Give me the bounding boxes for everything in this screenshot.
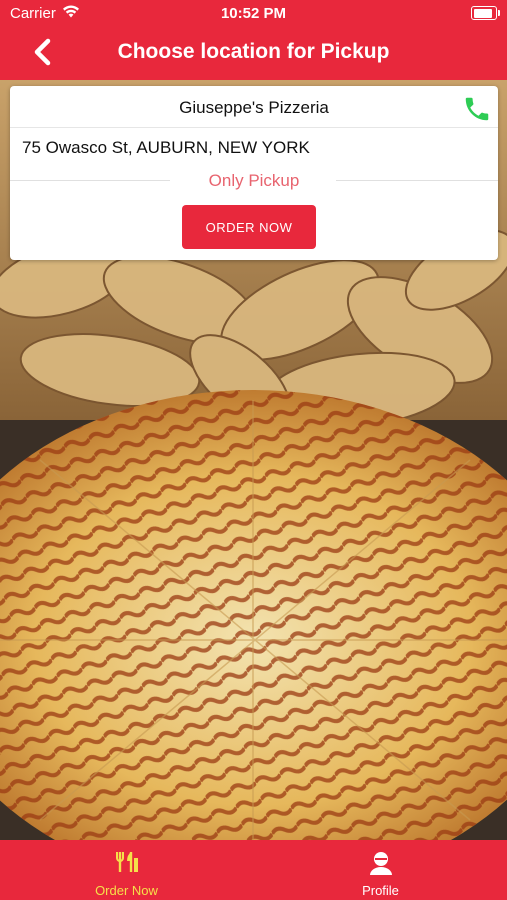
tab-profile[interactable]: Profile [254, 840, 507, 900]
status-bar: Carrier 10:52 PM [0, 0, 507, 28]
restaurant-address: 75 Owasco St, AUBURN, NEW YORK [22, 138, 310, 157]
user-icon [369, 852, 392, 875]
navigation-bar: Carrier 10:52 PM Choose location for Pic… [0, 0, 507, 80]
battery-level-fill [473, 8, 493, 18]
tab-order-now-icon-wrap [0, 850, 253, 874]
battery-icon [471, 6, 500, 20]
tab-profile-icon-wrap [254, 850, 507, 876]
tab-order-now-label: Order Now [95, 883, 158, 898]
fork-knife-icon [115, 852, 138, 872]
pickup-only-label: Only Pickup [208, 171, 300, 190]
page-title: Choose location for Pickup [117, 40, 390, 63]
location-card: Giuseppe's Pizzeria 75 Owasco St, AUBURN… [10, 86, 498, 260]
pickup-divider-right [336, 180, 498, 181]
card-divider [10, 127, 498, 128]
status-time: 10:52 PM [220, 5, 287, 22]
tab-bar: Order Now Profile [0, 840, 507, 900]
phone-icon [465, 97, 489, 121]
order-now-button[interactable]: ORDER NOW [182, 205, 316, 249]
tab-order-now[interactable]: Order Now [0, 840, 253, 900]
restaurant-name: Giuseppe's Pizzeria [179, 98, 329, 117]
call-button[interactable] [462, 94, 492, 124]
tab-profile-label: Profile [362, 883, 399, 898]
